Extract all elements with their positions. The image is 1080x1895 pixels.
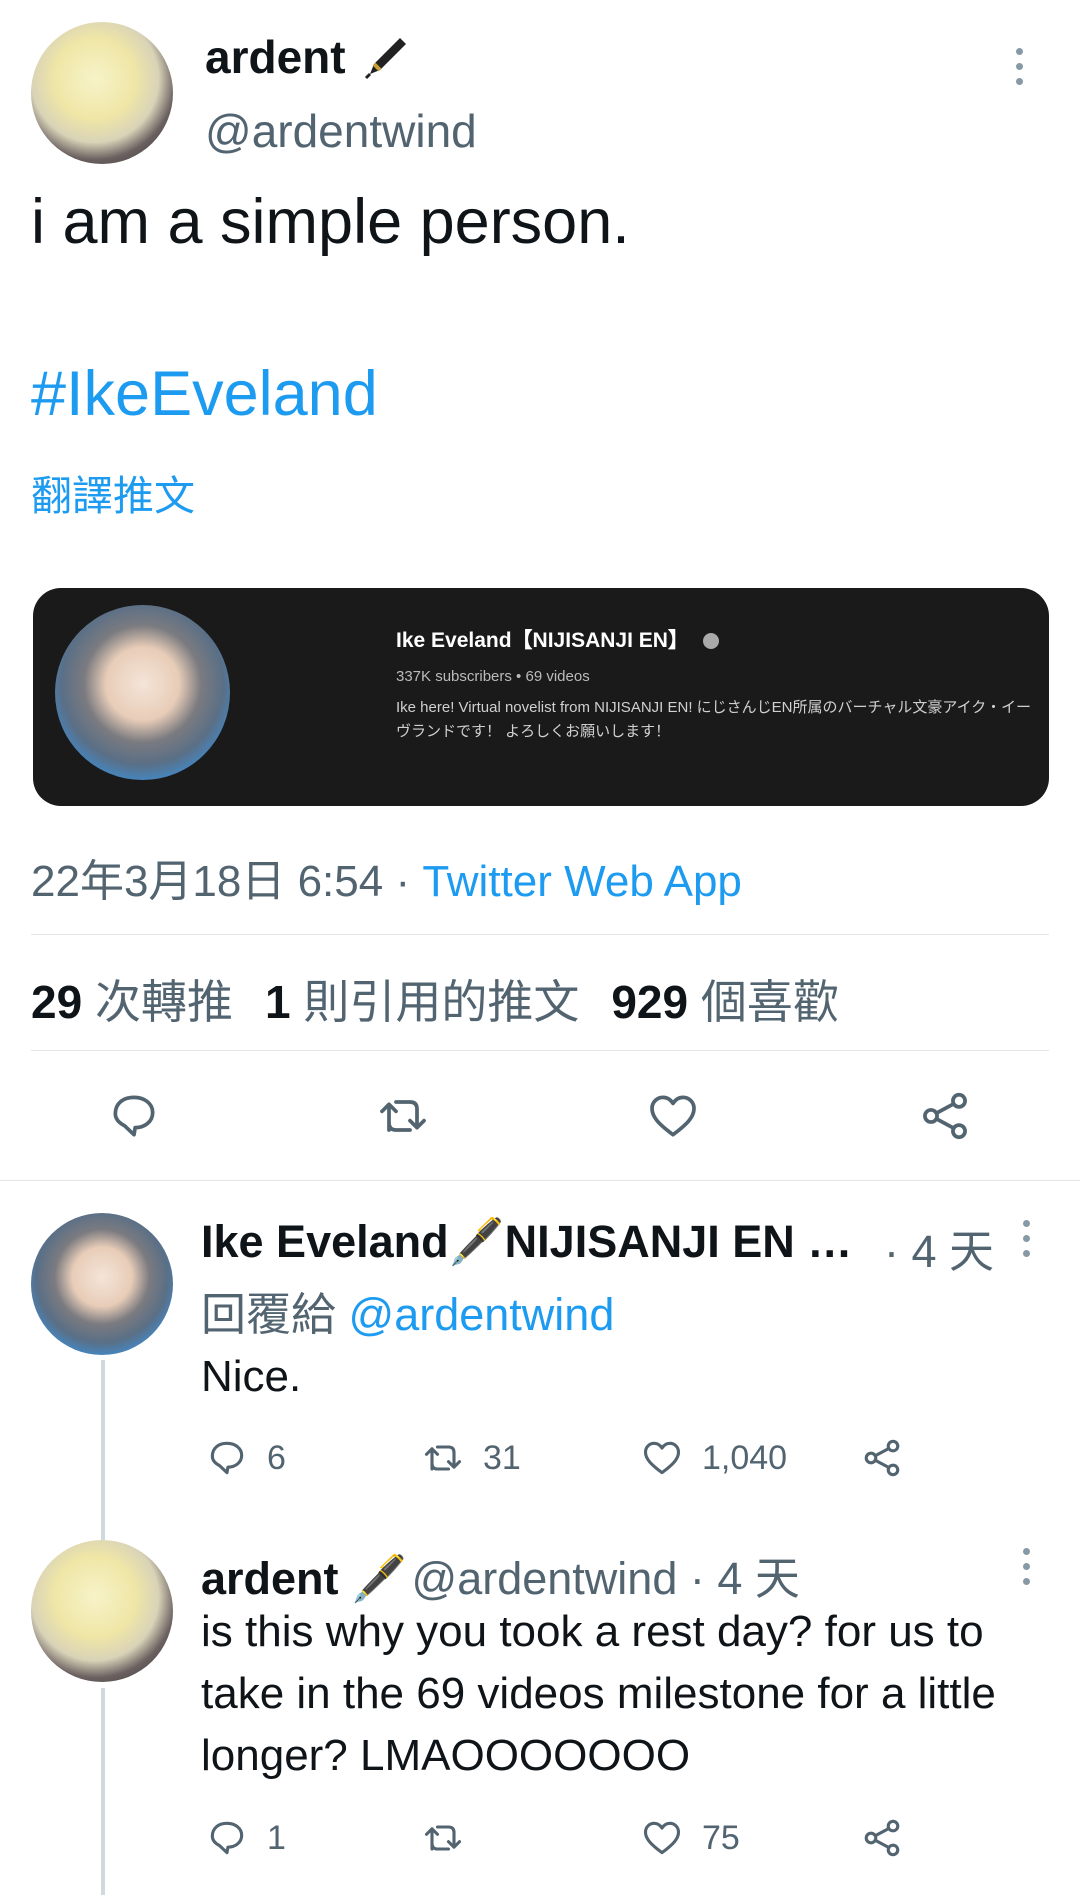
replying-to-row: 回覆給 @ardentwind [201,1289,615,1340]
hashtag-link[interactable]: #IkeEveland [31,358,378,430]
divider [0,1180,1080,1181]
mention-link[interactable]: @ardentwind [349,1289,615,1340]
share-button[interactable] [860,1816,922,1860]
reply-count: 6 [267,1438,286,1477]
author-handle[interactable]: @ardentwind [205,104,477,158]
quote-count-stat[interactable]: 1 則引用的推文 [265,976,579,1028]
like-count-stat[interactable]: 929 個喜歡 [611,976,839,1028]
retweet-button[interactable]: 31 [421,1436,521,1480]
divider [31,1050,1049,1051]
channel-title: Ike Eveland【NIJISANJI EN】 [396,624,719,654]
link-preview-card[interactable]: Ike Eveland【NIJISANJI EN】 337K subscribe… [33,588,1049,806]
share-nodes-icon [864,1439,900,1477]
engagement-stats: 29 次轉推 1 則引用的推文 929 個喜歡 [31,966,839,1032]
share-button[interactable] [860,1436,922,1480]
like-count: 75 [702,1818,740,1857]
tweet-text: i am a simple person. [31,187,630,257]
share-button[interactable] [917,1088,973,1144]
like-count: 1,040 [702,1438,788,1477]
more-options-icon[interactable] [1023,1548,1033,1593]
speech-bubble-icon [210,1821,244,1855]
reply-button[interactable] [106,1088,162,1144]
retweet-arrows-icon [424,1825,462,1851]
speech-bubble-icon [113,1095,155,1137]
retweet-arrows-icon [424,1445,462,1471]
author-name-row[interactable]: ardent [205,30,410,84]
reply-button[interactable]: 6 [205,1436,286,1480]
fountain-pen-icon [360,32,410,82]
like-button[interactable]: 75 [640,1816,740,1860]
channel-stats: 337K subscribers • 69 videos [396,668,590,685]
channel-description: Ike here! Virtual novelist from NIJISANJ… [396,699,1031,740]
like-button[interactable]: 1,040 [640,1436,787,1480]
reply-time[interactable]: · 4 天 [884,1215,994,1280]
retweet-button[interactable] [375,1088,431,1144]
heart-icon [643,1821,681,1855]
author-avatar[interactable] [31,22,173,164]
author-name: ardent [205,31,346,83]
channel-avatar [55,605,230,780]
tweet-detail-page: ardent @ardentwind i am a simple person.… [0,0,1080,1895]
reply-author-avatar[interactable] [31,1540,173,1682]
reply-text: is this why you took a rest day? for us … [201,1607,996,1780]
more-options-icon[interactable] [1023,1220,1033,1265]
reply-count: 1 [267,1818,286,1857]
thread-connector [101,1688,105,1895]
translate-tweet-link[interactable]: 翻譯推文 [31,462,195,522]
retweet-count: 31 [483,1438,521,1477]
more-options-icon[interactable] [1016,48,1026,93]
retweet-button[interactable] [421,1816,483,1860]
heart-icon [650,1095,696,1137]
tweet-timestamp-row: 22年3月18日 6:54 · Twitter Web App [31,845,742,909]
reply-text: Nice. [201,1352,302,1401]
like-button[interactable] [645,1088,701,1144]
heart-icon [643,1441,681,1475]
divider [31,934,1049,935]
share-nodes-icon [923,1092,967,1140]
thread-connector [101,1360,105,1540]
reply-author-avatar[interactable] [31,1213,173,1355]
retweet-count-stat[interactable]: 29 次轉推 [31,976,233,1028]
tweet-timestamp[interactable]: 22年3月18日 6:54 · [31,857,422,906]
reply-handle-time[interactable]: @ardentwind · 4 天 [412,1553,800,1604]
reply-header-row: ardent 🖋️ @ardentwind · 4 天 [201,1542,800,1607]
verified-check-icon [702,633,719,650]
share-nodes-icon [864,1819,900,1857]
reply-author-name[interactable]: ardent 🖋️ [201,1553,407,1604]
client-link[interactable]: Twitter Web App [422,857,742,906]
reply-author-name[interactable]: Ike Eveland🖋️NIJISANJI EN … [201,1215,881,1268]
speech-bubble-icon [210,1441,244,1475]
retweet-arrows-icon [380,1100,426,1132]
reply-button[interactable]: 1 [205,1816,286,1860]
